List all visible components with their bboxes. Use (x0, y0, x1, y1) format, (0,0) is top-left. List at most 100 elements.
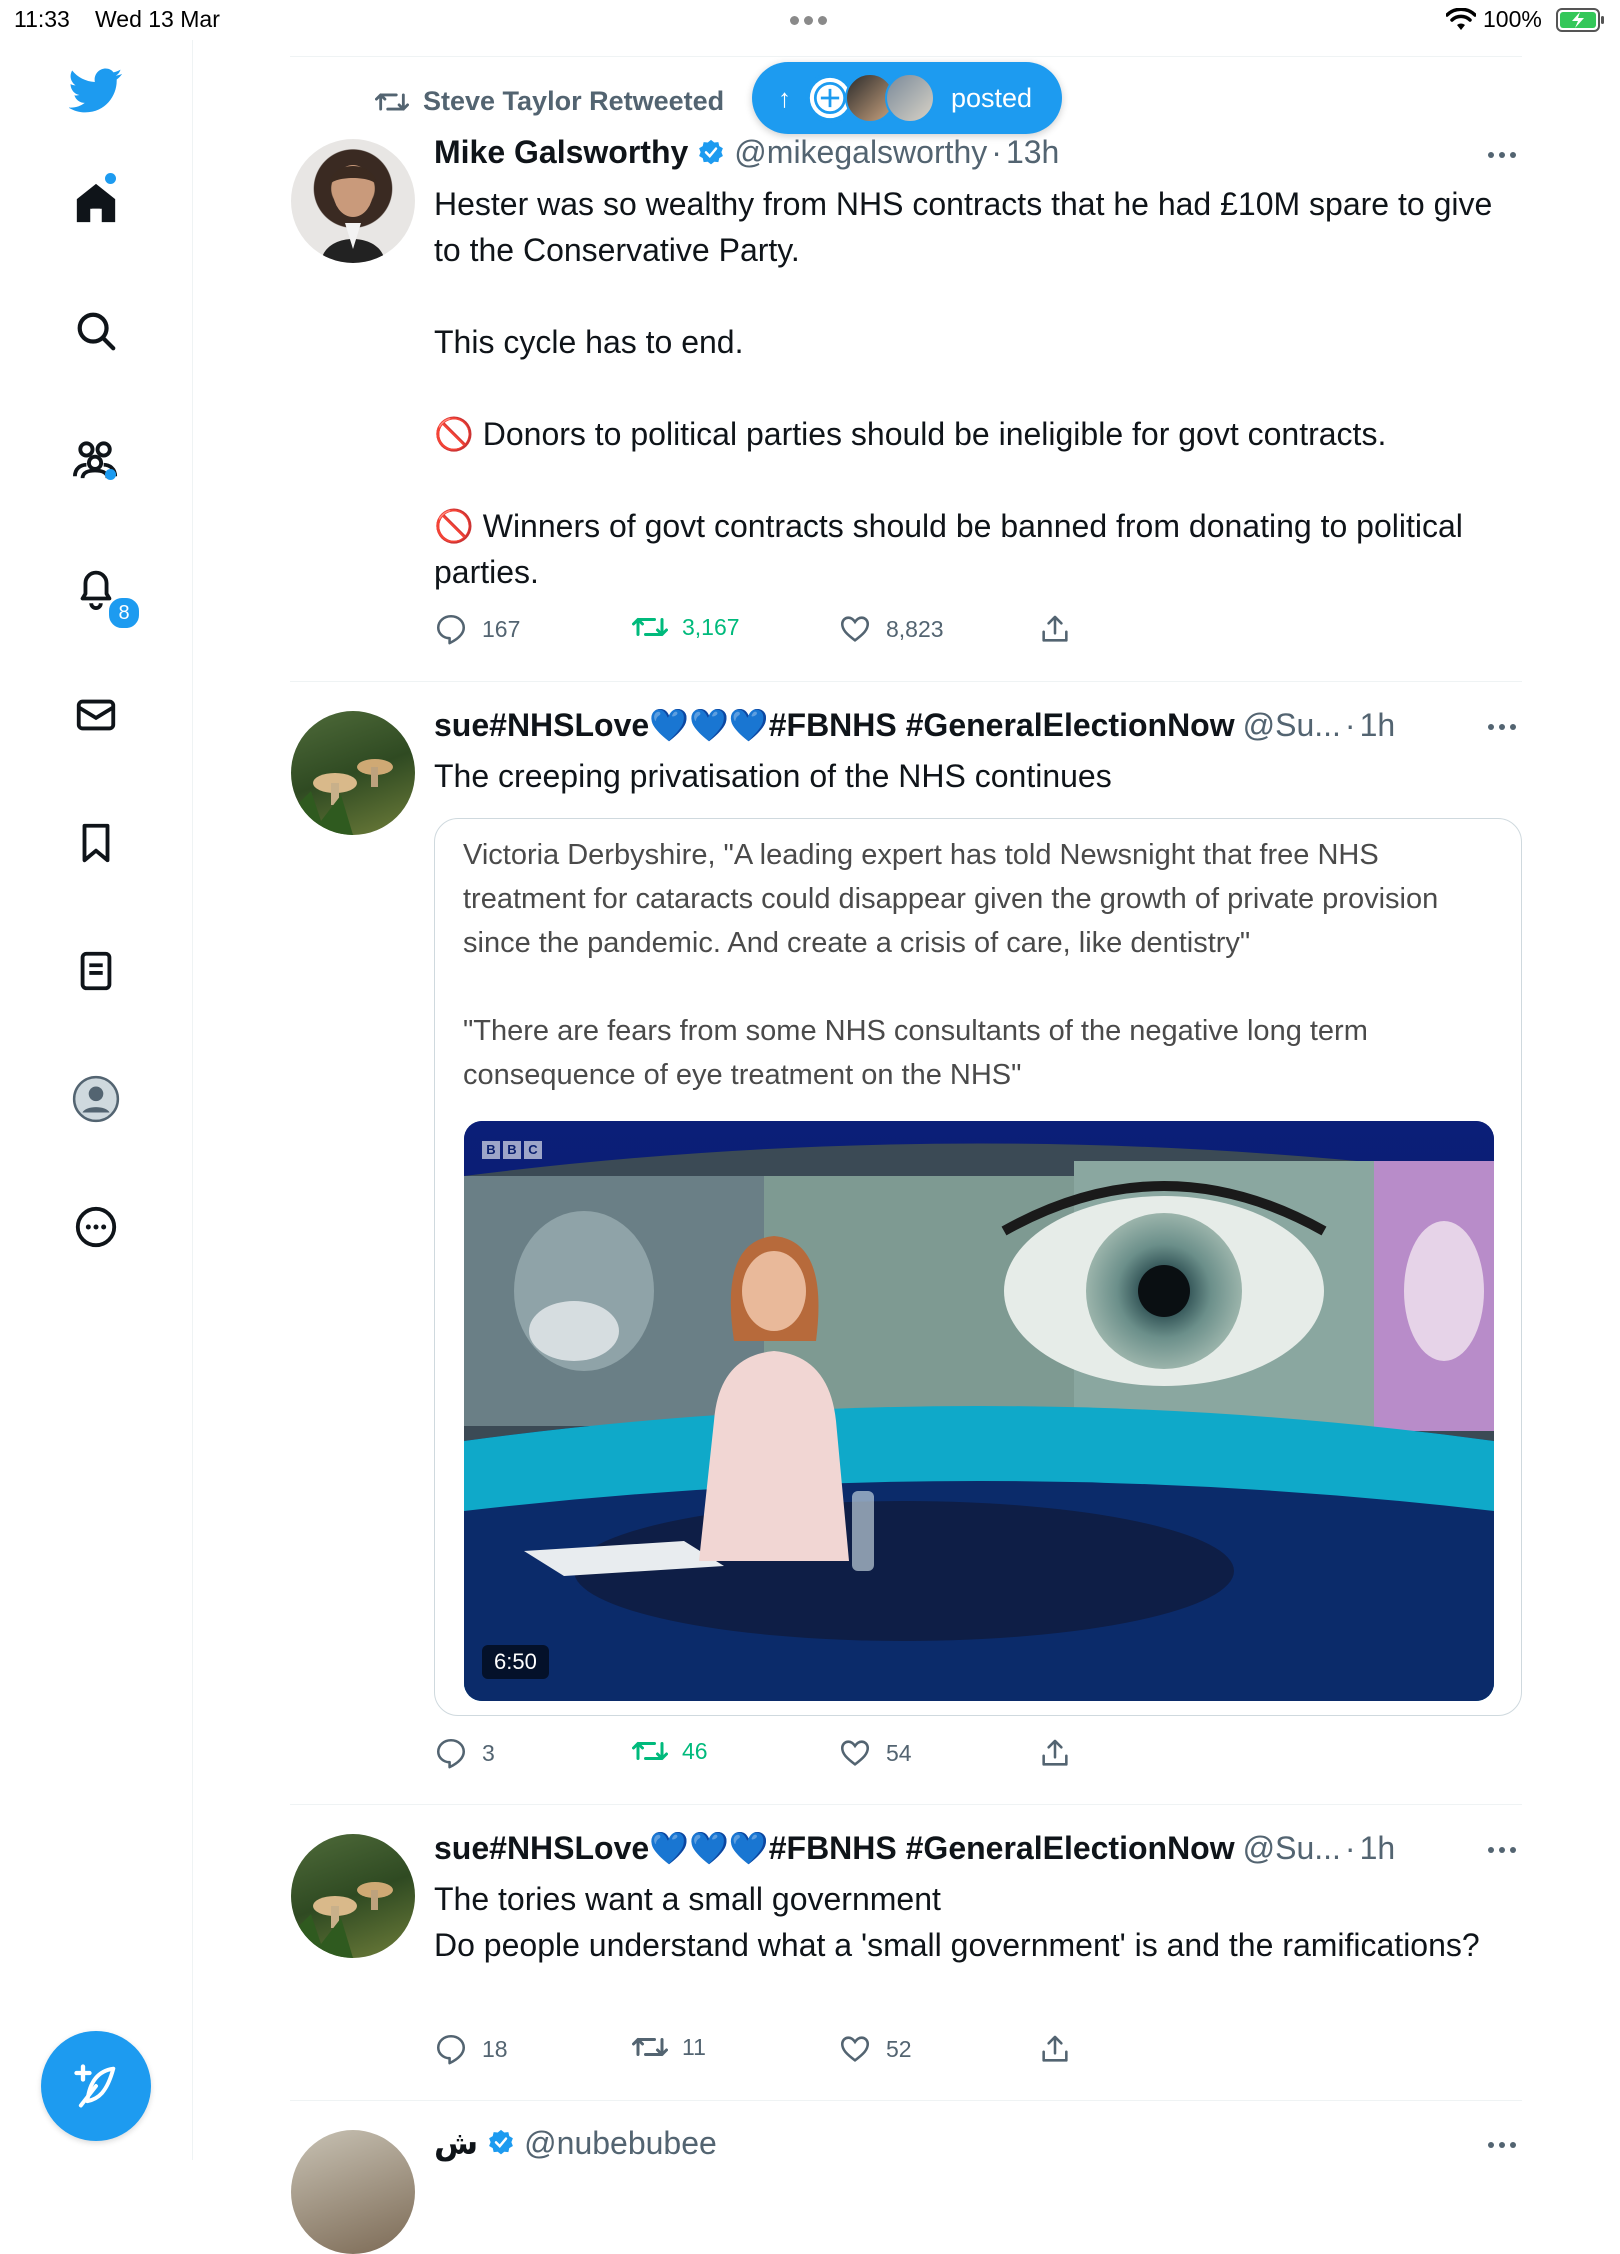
nav-home[interactable] (66, 173, 126, 233)
retweet-count: 3,167 (682, 613, 740, 640)
nav-communities[interactable] (66, 429, 126, 489)
retweet-button[interactable]: 3,167 (632, 612, 740, 642)
bbc-logo-letter: C (524, 1141, 542, 1159)
author-handle[interactable]: @Su... (1243, 1830, 1341, 1867)
nav-bookmarks[interactable] (66, 813, 126, 873)
author-name[interactable]: sue#NHSLove💙💙💙#FBNHS #GeneralElectionNow (434, 1829, 1235, 1867)
author-name[interactable]: ش (434, 2124, 478, 2162)
avatar[interactable] (291, 139, 415, 263)
tweet-time[interactable]: 13h (1006, 134, 1059, 171)
reply-count: 18 (482, 2035, 508, 2062)
tweet-actions: 3 46 54 (434, 1736, 1434, 1776)
meta-separator: · (1344, 1829, 1356, 1866)
tweet-line: 🚫 Winners of govt contracts should be ba… (434, 508, 1463, 590)
quoted-tweet-card[interactable]: Victoria Derbyshire, "A leading expert h… (434, 818, 1522, 1716)
nav-profile[interactable] (66, 1069, 126, 1129)
retweet-icon (632, 1742, 668, 1760)
share-button[interactable] (1038, 612, 1072, 646)
tweet-time[interactable]: 1h (1360, 1830, 1396, 1867)
reply-icon (436, 614, 466, 645)
tweet-line: Hester was so wealthy from NHS contracts… (434, 186, 1493, 268)
reply-button[interactable]: 3 (434, 1736, 495, 1770)
nav-search[interactable] (66, 301, 126, 361)
more-options-icon[interactable] (1488, 2142, 1516, 2148)
share-icon (1042, 2035, 1068, 2062)
timeline-top-border (290, 56, 1522, 57)
post-avatar-3 (885, 73, 935, 123)
video-thumbnail[interactable]: B B C 6:50 (464, 1121, 1494, 1701)
tweet-header: ش @nubebubee (434, 2124, 717, 2162)
avatar[interactable] (291, 1834, 415, 1958)
tweet-actions: 167 3,167 8,823 (434, 612, 1434, 652)
nav-lists[interactable] (66, 941, 126, 1001)
home-icon (76, 183, 116, 223)
like-button[interactable]: 52 (838, 2032, 912, 2066)
reply-button[interactable]: 167 (434, 612, 520, 646)
bbc-logo-letter: B (503, 1141, 521, 1159)
avatar[interactable] (291, 2130, 415, 2254)
tweet-time[interactable]: 1h (1360, 707, 1396, 744)
video-duration: 6:50 (482, 1645, 549, 1679)
feather-plus-icon (74, 2064, 116, 2108)
author-name[interactable]: Mike Galsworthy (434, 134, 688, 171)
home-unread-dot (105, 173, 116, 184)
communities-unread-dot (105, 469, 116, 480)
retweet-context[interactable]: Steve Taylor Retweeted (375, 86, 724, 117)
nav-more[interactable] (66, 1197, 126, 1257)
reply-icon (436, 1738, 466, 1769)
bbc-logo: B B C (482, 1141, 542, 1159)
author-handle[interactable]: @Su... (1243, 707, 1341, 744)
author-handle[interactable]: @nubebubee (524, 2125, 717, 2162)
like-button[interactable]: 54 (838, 1736, 912, 1770)
new-posts-pill[interactable]: ↑ posted (752, 62, 1062, 134)
tweet-divider (290, 681, 1522, 682)
twitter-logo-icon[interactable] (66, 61, 126, 121)
more-options-icon[interactable] (1488, 1847, 1516, 1853)
nav-messages[interactable] (66, 685, 126, 745)
quoted-paragraph: "There are fears from some NHS consultan… (463, 1015, 1368, 1091)
search-icon (77, 312, 116, 351)
like-count: 54 (886, 1739, 912, 1766)
reply-button[interactable]: 18 (434, 2032, 508, 2066)
battery-percent: 100% (1483, 6, 1542, 32)
like-button[interactable]: 8,823 (838, 612, 944, 646)
quoted-text: Victoria Derbyshire, "A leading expert h… (463, 833, 1493, 1097)
retweet-icon (375, 93, 409, 111)
like-count: 52 (886, 2035, 912, 2062)
wifi-icon (1445, 7, 1477, 37)
author-name[interactable]: sue#NHSLove💙💙💙#FBNHS #GeneralElectionNow (434, 706, 1235, 744)
notifications-count-badge: 8 (107, 596, 141, 630)
retweet-button[interactable]: 11 (632, 2032, 706, 2062)
tweet-line: Do people understand what a 'small gover… (434, 1927, 1480, 1963)
bookmark-icon (82, 823, 110, 863)
arrow-up-icon: ↑ (778, 82, 791, 113)
retweet-count: 46 (682, 1737, 708, 1764)
retweet-count: 11 (682, 2033, 706, 2060)
tweet-line: The tories want a small government (434, 1881, 941, 1917)
share-icon (1042, 1739, 1068, 1766)
retweet-button[interactable]: 46 (632, 1736, 708, 1766)
status-time: 11:33 (14, 6, 70, 32)
share-button[interactable] (1038, 1736, 1072, 1770)
compose-tweet-button[interactable] (41, 2031, 151, 2141)
more-options-icon[interactable] (1488, 724, 1516, 730)
tweet-header: sue#NHSLove💙💙💙#FBNHS #GeneralElectionNow… (434, 1829, 1395, 1867)
tweet-line: 🚫 Donors to political parties should be … (434, 416, 1387, 452)
retweet-icon (632, 2038, 668, 2056)
reply-count: 167 (482, 615, 521, 642)
status-date: Wed 13 Mar (95, 6, 220, 32)
tweet-header: Mike Galsworthy @mikegalsworthy · 13h (434, 134, 1059, 171)
share-button[interactable] (1038, 2032, 1072, 2066)
new-posts-label: posted (951, 82, 1033, 113)
tweet-text: Hester was so wealthy from NHS contracts… (434, 181, 1514, 595)
tweet-divider (290, 1804, 1522, 1805)
avatar[interactable] (291, 711, 415, 835)
more-circle-icon (75, 1206, 117, 1248)
tweet-text: The creeping privatisation of the NHS co… (434, 753, 1514, 799)
tweet-line: The creeping privatisation of the NHS co… (434, 758, 1112, 794)
multitasking-dots-icon[interactable] (790, 16, 827, 25)
heart-icon (840, 1740, 870, 1766)
author-handle[interactable]: @mikegalsworthy (734, 134, 987, 171)
battery-charging-icon (1556, 8, 1606, 37)
more-options-icon[interactable] (1488, 152, 1516, 158)
